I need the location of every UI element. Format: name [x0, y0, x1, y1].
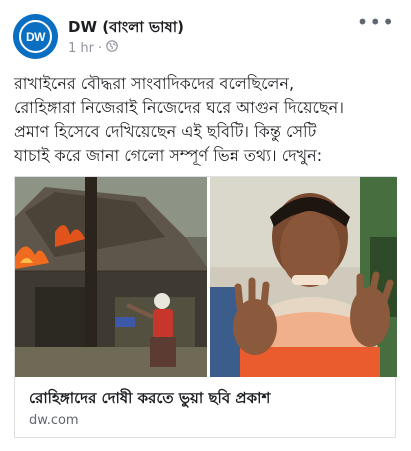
post-text-line: যাচাই করে জানা গেলো সম্পূর্ণ ভিন্ন তথ্য।… — [14, 146, 323, 165]
globe-icon — [106, 40, 118, 56]
dw-logo: DW — [19, 20, 52, 53]
burning-house-photo[interactable] — [15, 177, 207, 377]
page-name[interactable]: DW (বাংলা ভাষা) — [68, 16, 184, 41]
woman-portrait-photo[interactable] — [210, 177, 397, 377]
more-options-icon[interactable]: ••• — [357, 12, 395, 32]
post-text-line: প্রমাণ হিসেবে দেখিয়েছেন এই ছবিটি। কিন্ত… — [14, 122, 317, 141]
post-text: রাখাইনের বৌদ্ধরা সাংবাদিকদের বলেছিলেন, র… — [14, 72, 404, 168]
post-text-line: রাখাইনের বৌদ্ধরা সাংবাদিকদের বলেছিলেন, — [14, 74, 295, 93]
post-time[interactable]: 1 hr — [68, 41, 94, 56]
post-meta: 1 hr · — [68, 40, 118, 56]
post-text-line: রোহিঙ্গারা নিজেরাই নিজেদের ঘরে আগুন দিয়… — [14, 98, 344, 117]
meta-separator: · — [98, 40, 103, 56]
page-avatar[interactable]: DW — [13, 14, 58, 59]
link-title[interactable]: রোহিঙ্গাদের দোষী করতে ভুয়া ছবি প্রকাশ — [29, 387, 389, 412]
avatar-logo-text: DW — [26, 29, 46, 44]
link-domain: dw.com — [29, 413, 79, 428]
post-header: DW DW (বাংলা ভাষা) 1 hr · ••• — [0, 0, 411, 70]
link-preview-card[interactable]: রোহিঙ্গাদের দোষী করতে ভুয়া ছবি প্রকাশ d… — [14, 176, 397, 438]
